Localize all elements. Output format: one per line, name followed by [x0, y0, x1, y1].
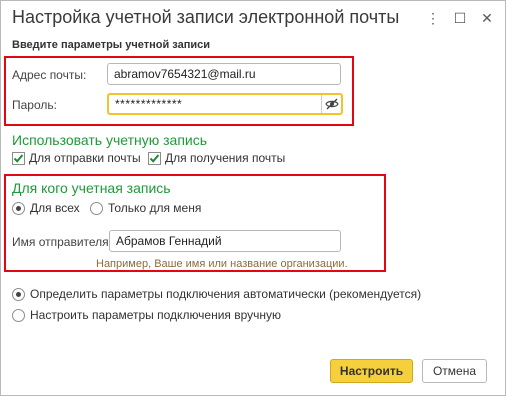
- maximize-icon: ☐: [453, 9, 467, 26]
- checkmark-icon: [13, 153, 24, 163]
- connection-auto-label: Определить параметры подключения автомат…: [30, 287, 422, 301]
- sender-name-field[interactable]: Абрамов Геннадий: [109, 230, 341, 252]
- configure-button[interactable]: Настроить: [330, 359, 413, 383]
- sender-name-hint: Например, Ваше имя или название организа…: [96, 258, 348, 270]
- radio-circle: [12, 287, 25, 301]
- receive-mail-checkbox[interactable]: Для получения почты: [148, 151, 285, 165]
- kebab-icon: ⋮: [426, 9, 440, 26]
- password-value: *************: [115, 97, 183, 111]
- usage-section-title: Использовать учетную запись: [12, 132, 208, 148]
- connection-manual-radio[interactable]: Настроить параметры подключения вручную: [12, 308, 281, 322]
- sender-name-label: Имя отправителя:: [12, 235, 113, 249]
- audience-section-title: Для кого учетная запись: [12, 180, 171, 196]
- checkbox-box: [148, 151, 161, 165]
- password-visibility-toggle[interactable]: [321, 95, 341, 113]
- radio-circle: [12, 308, 25, 322]
- email-account-dialog: Настройка учетной записи электронной поч…: [0, 0, 506, 396]
- send-mail-checkbox[interactable]: Для отправки почты: [12, 151, 141, 165]
- audience-me-radio[interactable]: Только для меня: [90, 201, 201, 215]
- connection-manual-label: Настроить параметры подключения вручную: [30, 308, 282, 322]
- receive-mail-label: Для получения почты: [165, 151, 286, 165]
- connection-auto-radio[interactable]: Определить параметры подключения автомат…: [12, 287, 421, 301]
- maximize-button[interactable]: ☐: [449, 7, 471, 29]
- audience-all-radio[interactable]: Для всех: [12, 201, 80, 215]
- audience-all-label: Для всех: [30, 201, 80, 215]
- dialog-subtitle: Введите параметры учетной записи: [12, 39, 211, 51]
- dialog-title: Настройка учетной записи электронной поч…: [12, 7, 400, 27]
- more-menu-button[interactable]: ⋮: [422, 7, 444, 29]
- cancel-button[interactable]: Отмена: [422, 359, 487, 383]
- password-label: Пароль:: [12, 98, 57, 112]
- email-label: Адрес почты:: [12, 68, 87, 82]
- audience-me-label: Только для меня: [108, 201, 202, 215]
- email-field[interactable]: abramov7654321@mail.ru: [107, 63, 341, 85]
- checkbox-box: [12, 151, 25, 165]
- close-button[interactable]: ✕: [476, 7, 498, 29]
- close-icon: ✕: [481, 9, 493, 26]
- checkmark-icon: [149, 153, 160, 163]
- radio-circle: [90, 201, 103, 215]
- password-field[interactable]: *************: [107, 93, 343, 115]
- radio-circle: [12, 201, 25, 215]
- eye-slash-icon: [324, 98, 339, 110]
- send-mail-label: Для отправки почты: [29, 151, 141, 165]
